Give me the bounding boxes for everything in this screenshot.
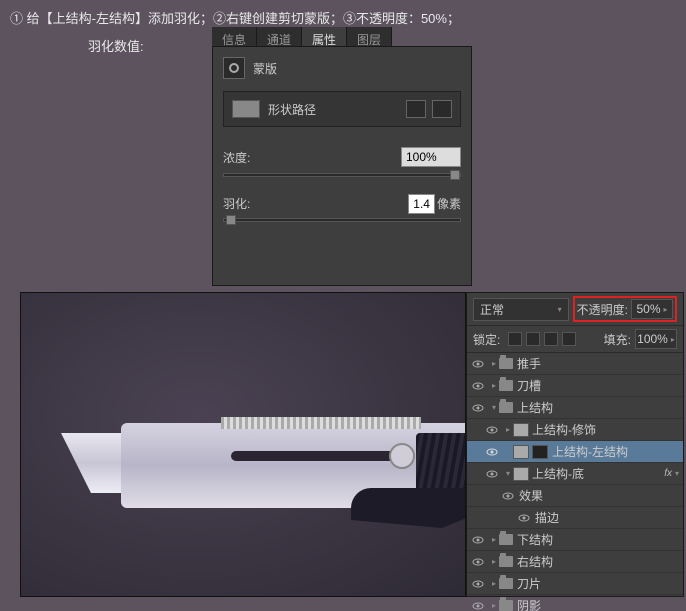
fill-input[interactable]: 100%▸ <box>635 329 677 349</box>
eye-icon[interactable] <box>471 577 485 591</box>
blend-mode-dropdown[interactable]: 正常▾ <box>473 298 569 321</box>
folder-icon <box>499 358 513 369</box>
folder-icon <box>499 556 513 567</box>
feather-slider[interactable] <box>223 218 461 222</box>
mask-label: 蒙版 <box>253 60 277 77</box>
properties-panel: 蒙版 形状路径 浓度: 100% 羽化: 1.4像素 <box>212 46 472 286</box>
folder-icon <box>499 534 513 545</box>
layers-panel: 正常▾ 不透明度: 50%▸ 锁定: 填充: 100%▸ ▸推手 ▸刀槽 ▾上结… <box>466 292 684 597</box>
shape-thumb <box>232 100 260 118</box>
layer-upper-decor[interactable]: ▸上结构-修饰 <box>467 419 683 441</box>
layer-thumb <box>513 467 529 481</box>
eye-icon[interactable] <box>471 379 485 393</box>
lock-label: 锁定: <box>473 331 500 348</box>
fill-label: 填充: <box>604 331 631 348</box>
shape-path-label: 形状路径 <box>268 101 316 118</box>
layer-lower[interactable]: ▸下结构 <box>467 529 683 551</box>
layer-effects[interactable]: 效果 <box>467 485 683 507</box>
layer-upper-left[interactable]: 上结构-左结构 <box>467 441 683 463</box>
layer-blade[interactable]: ▸刀片 <box>467 573 683 595</box>
eye-icon[interactable] <box>485 445 499 459</box>
expand-icon[interactable]: ▸ <box>489 381 499 390</box>
lock-all-icon[interactable] <box>562 332 576 346</box>
eye-icon[interactable] <box>471 599 485 611</box>
layer-stroke[interactable]: 描边 <box>467 507 683 529</box>
layer-thumb <box>513 445 529 459</box>
density-input[interactable]: 100% <box>401 147 461 167</box>
invert-mask-icon[interactable] <box>432 100 452 118</box>
layer-upper[interactable]: ▾上结构 <box>467 397 683 419</box>
folder-icon <box>499 402 513 413</box>
folder-icon <box>499 578 513 589</box>
mask-icon[interactable] <box>223 57 245 79</box>
lock-position-icon[interactable] <box>544 332 558 346</box>
feather-value-label: 羽化数值: <box>78 32 154 59</box>
feather-input[interactable]: 1.4 <box>408 194 435 214</box>
mask-thumb <box>532 445 548 459</box>
density-label: 浓度: <box>223 149 250 166</box>
layer-thumb <box>513 423 529 437</box>
density-slider[interactable] <box>223 173 461 177</box>
lock-transparency-icon[interactable] <box>508 332 522 346</box>
canvas-preview <box>20 292 466 597</box>
layer-upper-base[interactable]: ▾上结构-底fx▾ <box>467 463 683 485</box>
select-mask-icon[interactable] <box>406 100 426 118</box>
lock-paint-icon[interactable] <box>526 332 540 346</box>
eye-icon[interactable] <box>471 357 485 371</box>
opacity-input[interactable]: 50%▸ <box>631 299 673 319</box>
feather-unit: 像素 <box>437 197 461 211</box>
expand-icon[interactable]: ▾ <box>489 403 499 412</box>
layer-tree: ▸推手 ▸刀槽 ▾上结构 ▸上结构-修饰 上结构-左结构 ▾上结构-底fx▾ 效… <box>467 353 683 611</box>
eye-icon[interactable] <box>501 489 515 503</box>
layer-slot[interactable]: ▸刀槽 <box>467 375 683 397</box>
eye-icon[interactable] <box>485 423 499 437</box>
eye-icon[interactable] <box>471 533 485 547</box>
fx-label[interactable]: fx <box>664 468 672 479</box>
layer-right[interactable]: ▸右结构 <box>467 551 683 573</box>
opacity-label: 不透明度: <box>577 301 628 318</box>
eye-icon[interactable] <box>517 511 531 525</box>
layer-handle[interactable]: ▸推手 <box>467 353 683 375</box>
folder-icon <box>499 380 513 391</box>
feather-label: 羽化: <box>223 195 250 212</box>
eye-icon[interactable] <box>471 555 485 569</box>
eye-icon[interactable] <box>471 401 485 415</box>
eye-icon[interactable] <box>485 467 499 481</box>
layer-shadow[interactable]: ▸阴影 <box>467 595 683 611</box>
expand-icon[interactable]: ▸ <box>489 359 499 368</box>
